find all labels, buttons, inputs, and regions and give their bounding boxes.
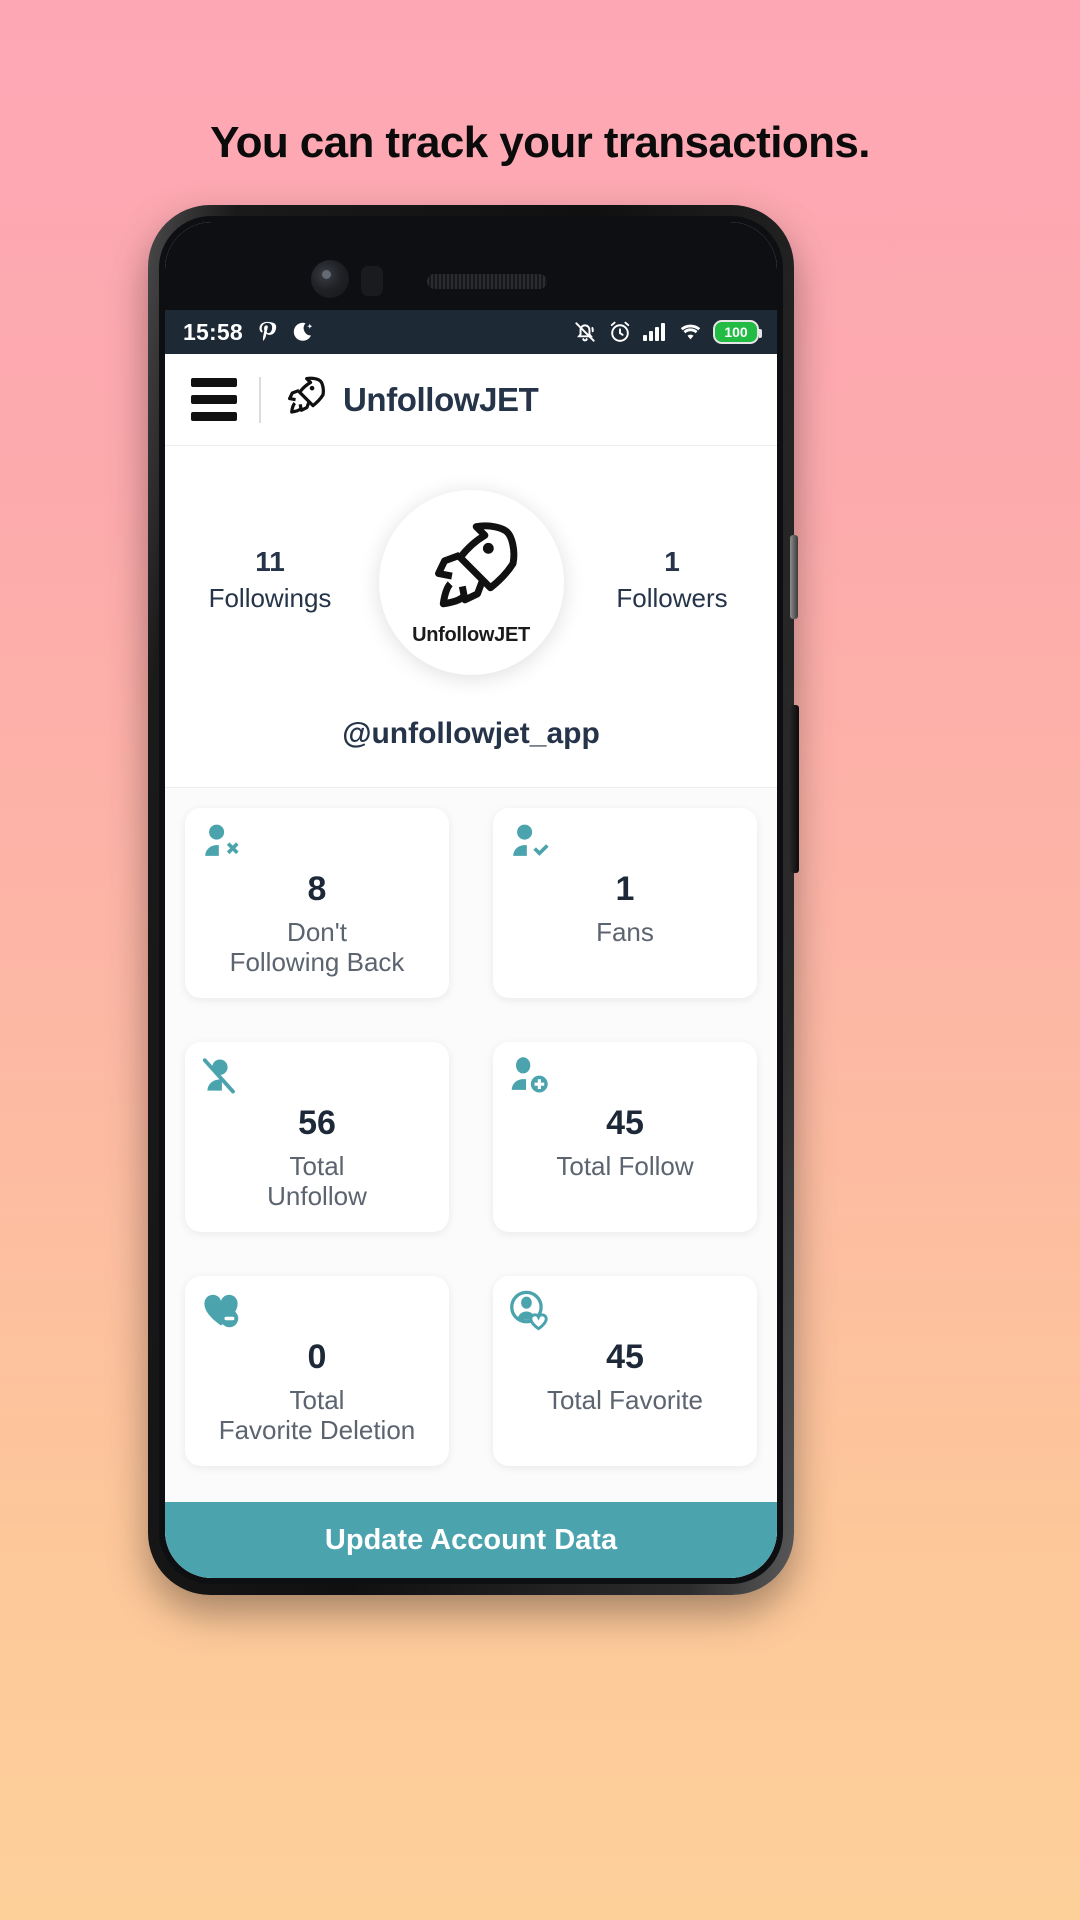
user-check-icon [507,820,551,869]
user-plus-icon [507,1054,551,1103]
stat-label: Total Unfollow [267,1151,367,1212]
phone-frame: 15:58 100 UnfollowJET 11 Followings Unfo… [148,205,799,1595]
sensor-housing [165,222,777,310]
stat-value: 1 [615,870,635,908]
appbar-divider [259,376,261,423]
alarm-icon [607,319,633,345]
stat-value: 45 [606,1104,644,1142]
stat-label: Fans [596,917,654,947]
stat-card-total-favorite[interactable]: 45 Total Favorite [493,1276,757,1466]
notifications-off-icon [572,319,598,345]
stats-grid: 8 Don't Following Back 1 Fans 56 Total U… [165,788,777,1578]
promo-headline: You can track your transactions. [210,118,870,167]
proximity-sensor-icon [361,266,383,296]
phone-bezel: 15:58 100 UnfollowJET 11 Followings Unfo… [159,216,783,1584]
followings-count: 11 [255,546,285,577]
stat-label: Total Follow [556,1151,694,1181]
stat-label: Don't Following Back [229,917,405,978]
followings-label: Followings [208,583,332,613]
status-bar: 15:58 100 [165,310,777,354]
stat-card-fans[interactable]: 1 Fans [493,808,757,998]
followers-label: Followers [616,583,728,613]
stat-value: 56 [298,1104,336,1142]
cellular-signal-icon [642,320,668,344]
profile-handle: @unfollowjet_app [342,717,600,750]
wifi-icon [677,320,704,344]
profile-stats-row: 11 Followings UnfollowJET 1 Followers [165,490,777,675]
status-time: 15:58 [183,318,243,345]
stat-card-dont-following-back[interactable]: 8 Don't Following Back [185,808,449,998]
pinterest-icon [256,320,278,344]
stat-label: Total Favorite [546,1385,704,1415]
avatar-name: UnfollowJET [412,624,530,646]
stat-card-total-unfollow[interactable]: 56 Total Unfollow [185,1042,449,1232]
user-heart-icon [507,1288,551,1337]
stat-card-total-follow[interactable]: 45 Total Follow [493,1042,757,1232]
stat-value: 8 [307,870,327,908]
front-camera-icon [311,260,349,298]
stat-label: Total Favorite Deletion [218,1385,416,1446]
user-x-icon [199,820,243,869]
avatar[interactable]: UnfollowJET [378,490,564,675]
phone-screen: 15:58 100 UnfollowJET 11 Followings Unfo… [165,222,777,1578]
heart-minus-icon [199,1288,243,1337]
earpiece-speaker [427,274,547,289]
stat-value: 45 [606,1338,644,1376]
stat-value: 0 [307,1338,327,1376]
rocket-icon [281,371,327,428]
stat-card-total-favorite-deletion[interactable]: 0 Total Favorite Deletion [185,1276,449,1466]
power-button[interactable] [790,705,799,873]
user-slash-icon [199,1054,243,1103]
profile-section: 11 Followings UnfollowJET 1 Followers @u… [165,446,777,788]
update-account-data-button[interactable]: Update Account Data [165,1502,777,1578]
followers-stat[interactable]: 1 Followers [597,490,747,614]
moon-star-icon [291,320,315,344]
battery-indicator: 100 [713,320,762,344]
brand-logo: UnfollowJET [281,371,539,428]
app-bar: UnfollowJET [165,354,777,446]
status-bar-right: 100 [572,319,762,345]
status-bar-left: 15:58 [183,319,315,346]
volume-button[interactable] [790,535,798,619]
brand-name: UnfollowJET [343,380,539,418]
followers-count: 1 [664,546,680,577]
followings-stat[interactable]: 11 Followings [195,490,345,614]
hamburger-menu-icon[interactable] [191,378,237,421]
